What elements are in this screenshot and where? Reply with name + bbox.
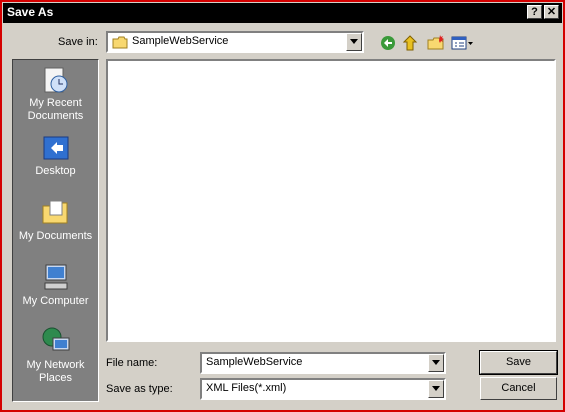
new-folder-icon	[427, 35, 444, 50]
my-documents-icon	[42, 200, 67, 224]
desktop-icon	[43, 136, 68, 160]
help-button[interactable]: ?	[527, 5, 542, 19]
chevron-down-icon	[432, 386, 440, 391]
save-button[interactable]: Save	[479, 350, 558, 375]
cancel-button[interactable]: Cancel	[480, 377, 557, 400]
places-item-recent[interactable]: My Recent Documents	[13, 65, 98, 123]
file-name-combo[interactable]: SampleWebService	[200, 352, 446, 374]
save-as-type-dropdown-button[interactable]	[428, 380, 444, 398]
views-icon	[451, 36, 473, 50]
recent-documents-icon	[44, 67, 67, 93]
save-as-dialog: Save As ? ✕ Save in: SampleWebService My…	[0, 0, 565, 412]
places-label-network: My Network Places	[26, 359, 85, 384]
save-in-label: Save in:	[58, 36, 98, 48]
file-name-input[interactable]: SampleWebService	[206, 356, 302, 368]
places-label-recent: My Recent Documents	[27, 97, 84, 122]
chevron-down-icon	[350, 39, 358, 44]
places-item-network[interactable]: My Network Places	[13, 325, 98, 385]
my-computer-icon	[44, 264, 67, 290]
views-menu-button[interactable]	[451, 34, 475, 52]
file-list[interactable]	[106, 59, 556, 342]
folder-icon	[112, 36, 128, 49]
save-in-dropdown-button[interactable]	[346, 33, 362, 51]
chevron-down-icon	[432, 360, 440, 365]
dialog-title: Save As	[7, 5, 54, 19]
up-folder-button[interactable]	[402, 34, 421, 52]
file-name-dropdown-button[interactable]	[428, 354, 444, 372]
back-button[interactable]	[379, 34, 397, 52]
save-in-combo[interactable]: SampleWebService	[106, 31, 364, 53]
network-places-icon	[42, 327, 69, 351]
places-bar: My Recent Documents Desktop My Documents…	[12, 59, 99, 402]
save-in-value: SampleWebService	[132, 35, 229, 47]
title-bar[interactable]: Save As ? ✕	[3, 3, 562, 23]
save-as-type-value: XML Files(*.xml)	[206, 382, 287, 394]
places-item-desktop[interactable]: Desktop	[13, 133, 98, 178]
places-label-my-computer: My Computer	[22, 295, 89, 307]
save-as-type-label: Save as type:	[106, 383, 173, 395]
file-name-label: File name:	[106, 357, 158, 369]
places-item-my-computer[interactable]: My Computer	[13, 261, 98, 308]
close-button[interactable]: ✕	[544, 5, 559, 19]
save-as-type-combo[interactable]: XML Files(*.xml)	[200, 378, 446, 400]
back-arrow-icon	[381, 36, 395, 50]
new-folder-button[interactable]	[427, 34, 445, 52]
places-label-desktop: Desktop	[35, 165, 76, 177]
places-item-my-documents[interactable]: My Documents	[13, 196, 98, 243]
up-folder-icon	[402, 35, 418, 51]
places-label-my-documents: My Documents	[18, 230, 93, 242]
